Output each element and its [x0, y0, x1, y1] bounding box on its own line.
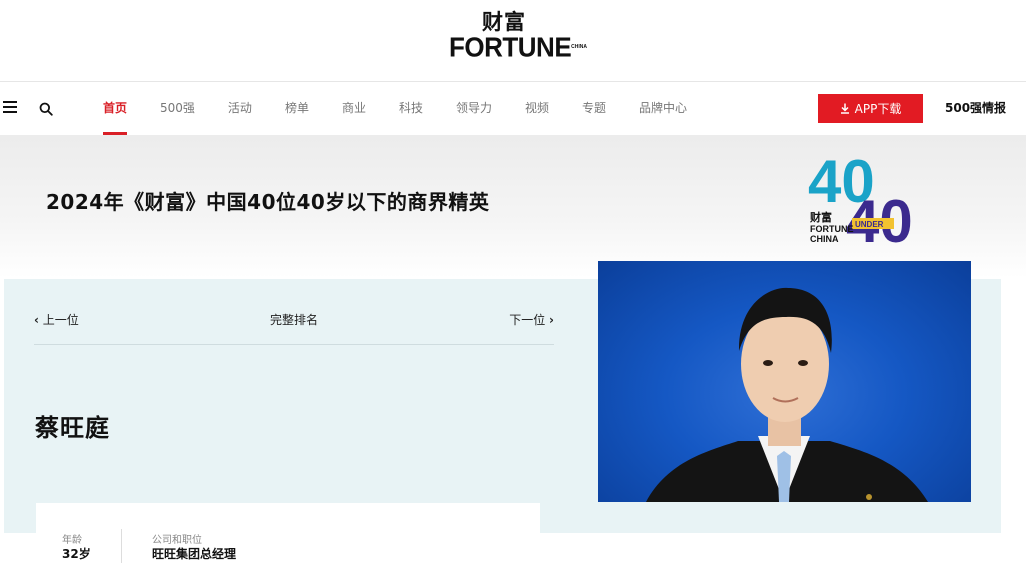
chevron-right-icon: ›	[549, 313, 554, 327]
nav-menu: 首页 500强 活动 榜单 商业 科技 领导力 视频 专题 品牌中心	[103, 82, 687, 135]
next-profile-label: 下一位	[509, 313, 546, 327]
app-download-button[interactable]: APP下载	[818, 94, 923, 123]
nav-item-tech[interactable]: 科技	[399, 82, 423, 135]
nav-item-video[interactable]: 视频	[525, 82, 549, 135]
prev-profile-label: 上一位	[42, 313, 79, 327]
full-ranking-link[interactable]: 完整排名	[270, 311, 318, 328]
fortune-china-logo[interactable]: 财富 FORTUNECHINA	[449, 10, 588, 63]
site-header: 财富 FORTUNECHINA	[0, 0, 1026, 82]
nav-item-business[interactable]: 商业	[342, 82, 366, 135]
nav-item-topics[interactable]: 专题	[582, 82, 606, 135]
nav-item-home[interactable]: 首页	[103, 82, 128, 135]
nav-item-rankings[interactable]: 榜单	[285, 82, 309, 135]
nav-item-500[interactable]: 500强	[160, 82, 195, 135]
nav-item-events[interactable]: 活动	[228, 82, 252, 135]
profile-info-card: 年龄 32岁 公司和职位 旺旺集团总经理	[36, 503, 540, 565]
page-title: 2024年《财富》中国40位40岁以下的商界精英	[46, 190, 490, 214]
person-name: 蔡旺庭	[35, 414, 110, 442]
company-label: 公司和职位	[152, 535, 202, 546]
next-profile-link[interactable]: 下一位 ›	[509, 311, 554, 328]
40-under-40-badge: 40 40 UNDER 财富 FORTUNE CHINA	[806, 148, 941, 255]
nav-item-brand-center[interactable]: 品牌中心	[639, 82, 687, 135]
badge-bottom-number: 40	[846, 188, 913, 247]
logo-en-text: FORTUNECHINA	[449, 31, 588, 63]
age-label: 年龄	[62, 535, 82, 546]
main-navbar: 首页 500强 活动 榜单 商业 科技 领导力 视频 专题 品牌中心 APP下载…	[0, 82, 1026, 135]
nav-item-leadership[interactable]: 领导力	[456, 82, 492, 135]
search-icon[interactable]	[39, 101, 53, 116]
badge-brand-en1: FORTUNE	[810, 224, 854, 234]
badge-brand-en2: CHINA	[810, 234, 839, 244]
badge-brand-cn: 财富	[809, 210, 832, 224]
fortune500-intel-link[interactable]: 500强情报	[945, 94, 1006, 123]
hamburger-icon[interactable]	[3, 101, 17, 113]
person-portrait	[598, 261, 971, 502]
download-icon	[840, 103, 849, 114]
app-download-label: APP下载	[854, 102, 902, 116]
chevron-left-icon: ‹	[34, 313, 39, 327]
company-value: 旺旺集团总经理	[152, 547, 237, 561]
age-value: 32岁	[62, 547, 91, 561]
badge-under-label: UNDER	[855, 220, 884, 229]
info-divider	[121, 529, 122, 563]
profile-pagination: ‹ 上一位 完整排名 下一位 ›	[34, 305, 554, 345]
prev-profile-link[interactable]: ‹ 上一位	[34, 311, 79, 328]
